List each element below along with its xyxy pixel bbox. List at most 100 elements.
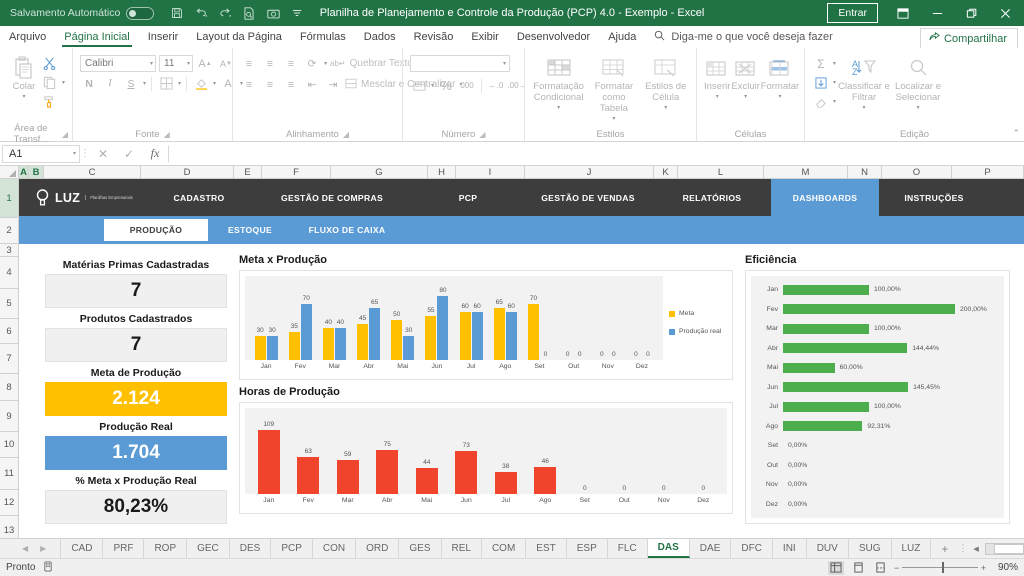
format-as-table-button[interactable]: Formatar como Tabela ▾: [587, 53, 640, 125]
close-button[interactable]: [988, 0, 1022, 26]
sheet-tab-ord[interactable]: ORD: [356, 539, 400, 558]
zoom-track[interactable]: [902, 562, 978, 573]
redo-icon[interactable]: [214, 2, 236, 24]
insert-cells-button[interactable]: Inserir ▾: [704, 53, 730, 103]
previous-sheet-icon[interactable]: ◀: [22, 544, 28, 553]
font-size-chevron-down-icon[interactable]: ▾: [187, 60, 190, 67]
undo-icon[interactable]: [190, 2, 212, 24]
zoom-thumb[interactable]: [941, 562, 944, 573]
sheet-tab-rop[interactable]: ROP: [144, 539, 188, 558]
row-header-1[interactable]: 1: [0, 179, 18, 218]
subtab-estoque[interactable]: ESTOQUE: [208, 216, 292, 244]
row-header-6[interactable]: 6: [0, 319, 18, 344]
autosave-toggle[interactable]: [126, 6, 155, 20]
row-header-5[interactable]: 5: [0, 289, 18, 319]
format-chevron-down-icon[interactable]: ▾: [778, 92, 781, 103]
increase-indent-icon[interactable]: ⇥: [324, 76, 342, 93]
sheet-tab-esp[interactable]: ESP: [566, 539, 608, 558]
camera-icon[interactable]: [262, 2, 284, 24]
clipboard-dialog-launcher-icon[interactable]: ◢: [62, 130, 68, 139]
accessibility-icon[interactable]: [43, 561, 53, 575]
row-header-11[interactable]: 11: [0, 458, 18, 490]
row-header-4[interactable]: 4: [0, 257, 18, 289]
nav-item-cadastro[interactable]: CADASTRO: [147, 179, 251, 216]
sheet-tab-flc[interactable]: FLC: [607, 539, 648, 558]
page-break-view-icon[interactable]: [872, 561, 888, 575]
row-header-3[interactable]: 3: [0, 244, 18, 257]
sheet-tab-dae[interactable]: DAE: [689, 539, 732, 558]
autosum-icon[interactable]: Σ: [812, 55, 830, 72]
autosave-control[interactable]: Salvamento Automático: [10, 6, 155, 20]
sheet-tab-rel[interactable]: REL: [441, 539, 482, 558]
autosum-chevron-down-icon[interactable]: ▾: [833, 60, 836, 67]
ribbon-tab-revisao[interactable]: Revisão: [405, 26, 463, 48]
page-layout-view-icon[interactable]: [850, 561, 866, 575]
conditional-formatting-button[interactable]: Formatação Condicional ▾: [532, 53, 585, 114]
align-top-icon[interactable]: ≡: [240, 55, 258, 72]
font-dialog-launcher-icon[interactable]: ◢: [164, 130, 170, 139]
row-header-12[interactable]: 12: [0, 490, 18, 516]
find-select-button[interactable]: Localizar e Selecionar ▾: [892, 53, 944, 114]
horizontal-scrollbar[interactable]: [984, 542, 1024, 555]
zoom-in-icon[interactable]: +: [981, 563, 986, 573]
align-center-icon[interactable]: ≡: [261, 76, 279, 93]
font-size-input[interactable]: 11 ▾: [159, 55, 193, 72]
column-header-F[interactable]: F: [262, 166, 331, 178]
ribbon-tab-layout-da-pagina[interactable]: Layout da Página: [187, 26, 291, 48]
borders-icon[interactable]: [157, 75, 175, 92]
confirm-entry-button[interactable]: ✓: [116, 147, 142, 161]
clear-chevron-down-icon[interactable]: ▾: [833, 98, 836, 105]
align-middle-icon[interactable]: ≡: [261, 55, 279, 72]
subtab-producao[interactable]: PRODUÇÃO: [104, 219, 208, 241]
ribbon-tab-arquivo[interactable]: Arquivo: [0, 26, 55, 48]
find-select-chevron-down-icon[interactable]: ▾: [917, 103, 920, 114]
percent-format-button[interactable]: %: [437, 77, 455, 94]
increase-decimal-icon[interactable]: ←.0: [487, 77, 505, 94]
share-button[interactable]: Compartilhar: [920, 28, 1018, 48]
format-painter-icon[interactable]: [41, 93, 59, 110]
align-right-icon[interactable]: ≡: [282, 76, 300, 93]
sheet-tab-duv[interactable]: DUV: [806, 539, 849, 558]
copy-chevron-down-icon[interactable]: ▾: [62, 79, 65, 86]
save-icon[interactable]: [166, 2, 188, 24]
column-header-O[interactable]: O: [882, 166, 952, 178]
sheet-tab-cad[interactable]: CAD: [60, 539, 104, 558]
font-name-input[interactable]: Calibri ▾: [80, 55, 156, 72]
ribbon-tab-ajuda[interactable]: Ajuda: [599, 26, 645, 48]
orientation-icon[interactable]: ⟳: [303, 55, 321, 72]
format-as-table-chevron-down-icon[interactable]: ▾: [612, 114, 615, 125]
fill-color-icon[interactable]: [192, 75, 210, 92]
number-dialog-launcher-icon[interactable]: ◢: [479, 130, 485, 139]
ribbon-tab-exibir[interactable]: Exibir: [462, 26, 508, 48]
clear-icon[interactable]: [812, 93, 830, 110]
italic-button[interactable]: I: [101, 75, 119, 92]
conditional-formatting-chevron-down-icon[interactable]: ▾: [557, 103, 560, 114]
nav-item-relatorios[interactable]: RELATÓRIOS: [653, 179, 771, 216]
customize-qat-icon[interactable]: [286, 2, 308, 24]
name-box[interactable]: A1 ▾: [2, 144, 80, 163]
column-header-I[interactable]: I: [456, 166, 525, 178]
cut-icon[interactable]: [41, 55, 59, 72]
cell-styles-chevron-down-icon[interactable]: ▾: [664, 103, 667, 114]
sheet-tab-sug[interactable]: SUG: [848, 539, 892, 558]
borders-chevron-down-icon[interactable]: ▾: [178, 80, 181, 87]
sort-filter-chevron-down-icon[interactable]: ▾: [863, 103, 866, 114]
underline-chevron-down-icon[interactable]: ▾: [143, 80, 146, 87]
ribbon-tab-dados[interactable]: Dados: [355, 26, 405, 48]
sheet-tab-est[interactable]: EST: [526, 539, 567, 558]
row-header-10[interactable]: 10: [0, 432, 18, 458]
format-cells-button[interactable]: Formatar ▾: [761, 53, 799, 103]
nav-item-instrucoes[interactable]: INSTRUÇÕES: [879, 179, 989, 216]
subtab-fluxo-de-caixa[interactable]: FLUXO DE CAIXA: [292, 216, 402, 244]
sign-in-button[interactable]: Entrar: [827, 3, 878, 23]
column-header-D[interactable]: D: [141, 166, 234, 178]
minimize-button[interactable]: [920, 0, 954, 26]
insert-function-button[interactable]: fx: [142, 146, 168, 161]
fill-color-chevron-down-icon[interactable]: ▾: [213, 80, 216, 87]
sheet-tab-pcp[interactable]: PCP: [271, 539, 313, 558]
align-bottom-icon[interactable]: ≡: [282, 55, 300, 72]
zoom-slider[interactable]: − +: [894, 562, 986, 573]
column-header-B[interactable]: B: [29, 166, 44, 178]
row-header-13[interactable]: 13: [0, 516, 18, 538]
column-header-P[interactable]: P: [952, 166, 1024, 178]
